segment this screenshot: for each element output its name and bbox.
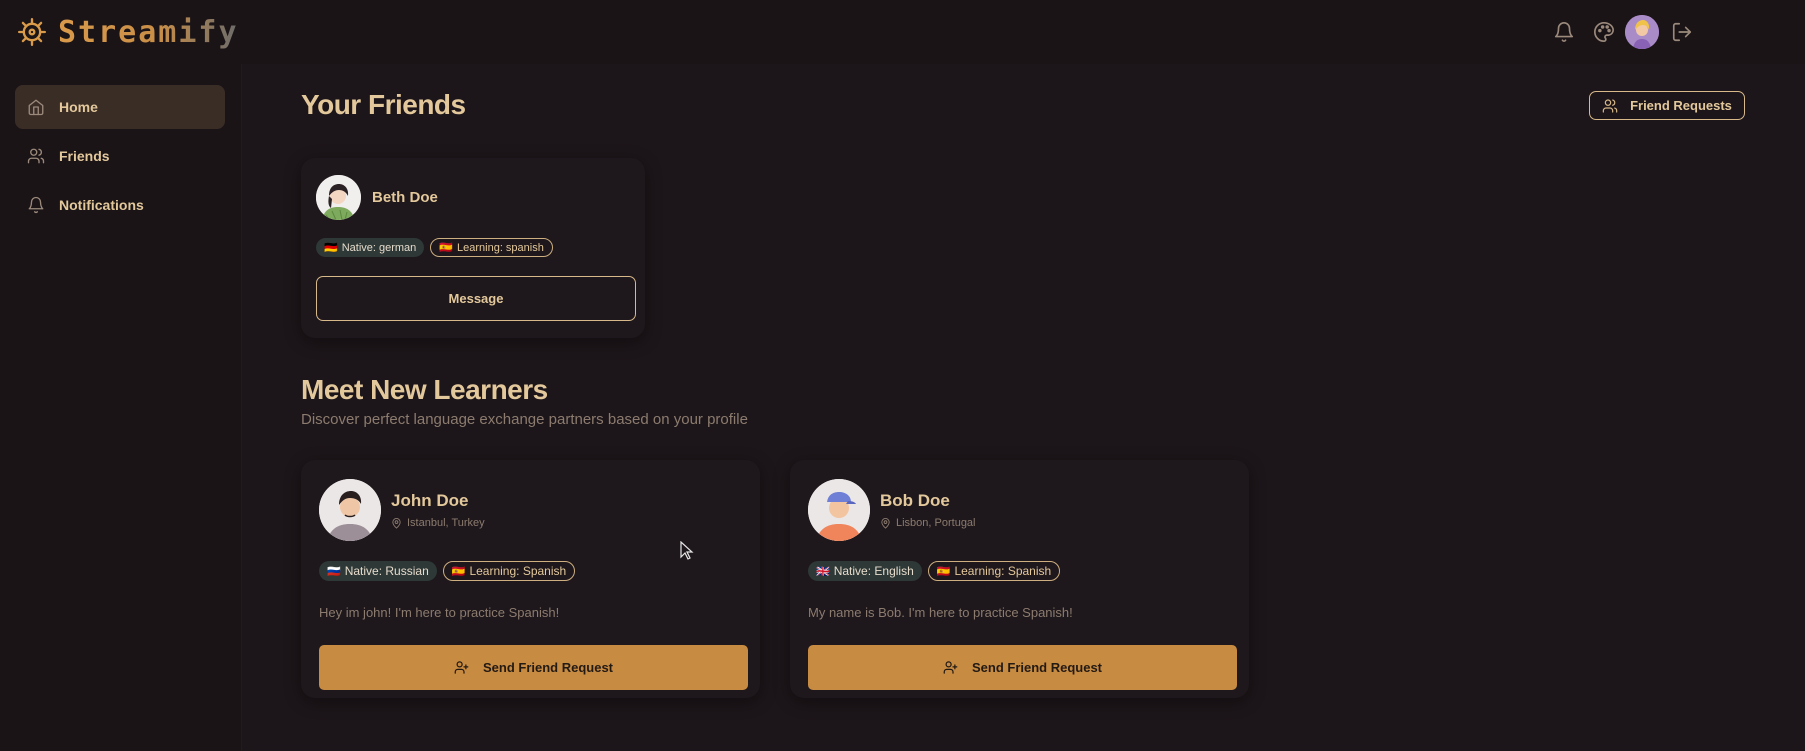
- user-plus-icon: [943, 660, 958, 675]
- send-friend-request-button[interactable]: Send Friend Request: [319, 645, 748, 690]
- learner-bio: My name is Bob. I'm here to practice Spa…: [808, 605, 1073, 620]
- sidebar-item-label: Home: [59, 99, 98, 115]
- flag-es-icon: 🇪🇸: [439, 242, 453, 254]
- sidebar-item-friends[interactable]: Friends: [15, 134, 225, 178]
- home-icon: [27, 98, 45, 116]
- native-language-badge: 🇷🇺 Native: Russian: [319, 561, 437, 581]
- friend-card: Beth Doe 🇩🇪 Native: german 🇪🇸 Learning: …: [301, 158, 645, 338]
- learner-bio: Hey im john! I'm here to practice Spanis…: [319, 605, 560, 620]
- sidebar-item-notifications[interactable]: Notifications: [15, 183, 225, 227]
- native-language-badge: 🇩🇪 Native: german: [316, 238, 425, 257]
- learner-location: Lisbon, Portugal: [880, 517, 976, 529]
- bell-icon: [27, 196, 45, 214]
- learner-avatar: [808, 479, 870, 541]
- flag-gb-icon: 🇬🇧: [816, 565, 830, 578]
- friend-requests-label: Friend Requests: [1630, 98, 1732, 113]
- send-friend-request-button[interactable]: Send Friend Request: [808, 645, 1237, 690]
- map-pin-icon: [880, 517, 891, 529]
- friends-heading: Your Friends: [301, 89, 466, 120]
- logout-icon[interactable]: [1671, 21, 1693, 43]
- ship-wheel-icon: [18, 18, 46, 46]
- brand[interactable]: Streamify: [18, 14, 239, 50]
- learners-subtitle: Discover perfect language exchange partn…: [301, 411, 748, 428]
- flag-es-icon: 🇪🇸: [451, 565, 466, 578]
- flag-de-icon: 🇩🇪: [324, 242, 338, 254]
- learner-card: John Doe Istanbul, Turkey 🇷🇺 Native: Rus…: [301, 460, 760, 698]
- users-icon: [27, 147, 45, 165]
- learner-avatar: [319, 479, 381, 541]
- map-pin-icon: [391, 517, 402, 529]
- sidebar: Home Friends Notifications: [0, 64, 242, 751]
- learning-language-badge: 🇪🇸 Learning: spanish: [430, 238, 553, 257]
- learner-language-badges: 🇷🇺 Native: Russian 🇪🇸 Learning: Spanish: [319, 561, 576, 581]
- bell-icon[interactable]: [1553, 21, 1575, 43]
- palette-icon[interactable]: [1593, 21, 1615, 43]
- sidebar-item-home[interactable]: Home: [15, 85, 225, 129]
- flag-ru-icon: 🇷🇺: [327, 565, 341, 578]
- message-button[interactable]: Message: [316, 276, 636, 321]
- user-plus-icon: [454, 660, 469, 675]
- learner-name: Bob Doe: [880, 491, 950, 510]
- native-language-badge: 🇬🇧 Native: English: [808, 561, 922, 581]
- friend-avatar: [316, 175, 361, 220]
- sidebar-item-label: Notifications: [59, 197, 144, 213]
- learning-language-badge: 🇪🇸 Learning: Spanish: [442, 561, 576, 581]
- learning-language-badge: 🇪🇸 Learning: Spanish: [927, 561, 1061, 581]
- learner-card: Bob Doe Lisbon, Portugal 🇬🇧 Native: Engl…: [790, 460, 1249, 698]
- top-actions: [1553, 12, 1693, 52]
- friend-language-badges: 🇩🇪 Native: german 🇪🇸 Learning: spanish: [316, 238, 553, 257]
- users-icon: [1602, 98, 1618, 114]
- user-avatar[interactable]: [1625, 15, 1659, 49]
- learners-heading: Meet New Learners: [301, 374, 548, 405]
- mouse-cursor-icon: [680, 540, 694, 561]
- sidebar-item-label: Friends: [59, 148, 110, 164]
- friend-name: Beth Doe: [372, 189, 438, 206]
- flag-es-icon: 🇪🇸: [936, 565, 951, 578]
- learner-location: Istanbul, Turkey: [391, 517, 485, 529]
- friend-requests-button[interactable]: Friend Requests: [1589, 91, 1745, 120]
- top-bar: Streamify: [0, 0, 1805, 64]
- learner-name: John Doe: [391, 491, 469, 510]
- brand-name: Streamify: [58, 14, 239, 50]
- learner-language-badges: 🇬🇧 Native: English 🇪🇸 Learning: Spanish: [808, 561, 1061, 581]
